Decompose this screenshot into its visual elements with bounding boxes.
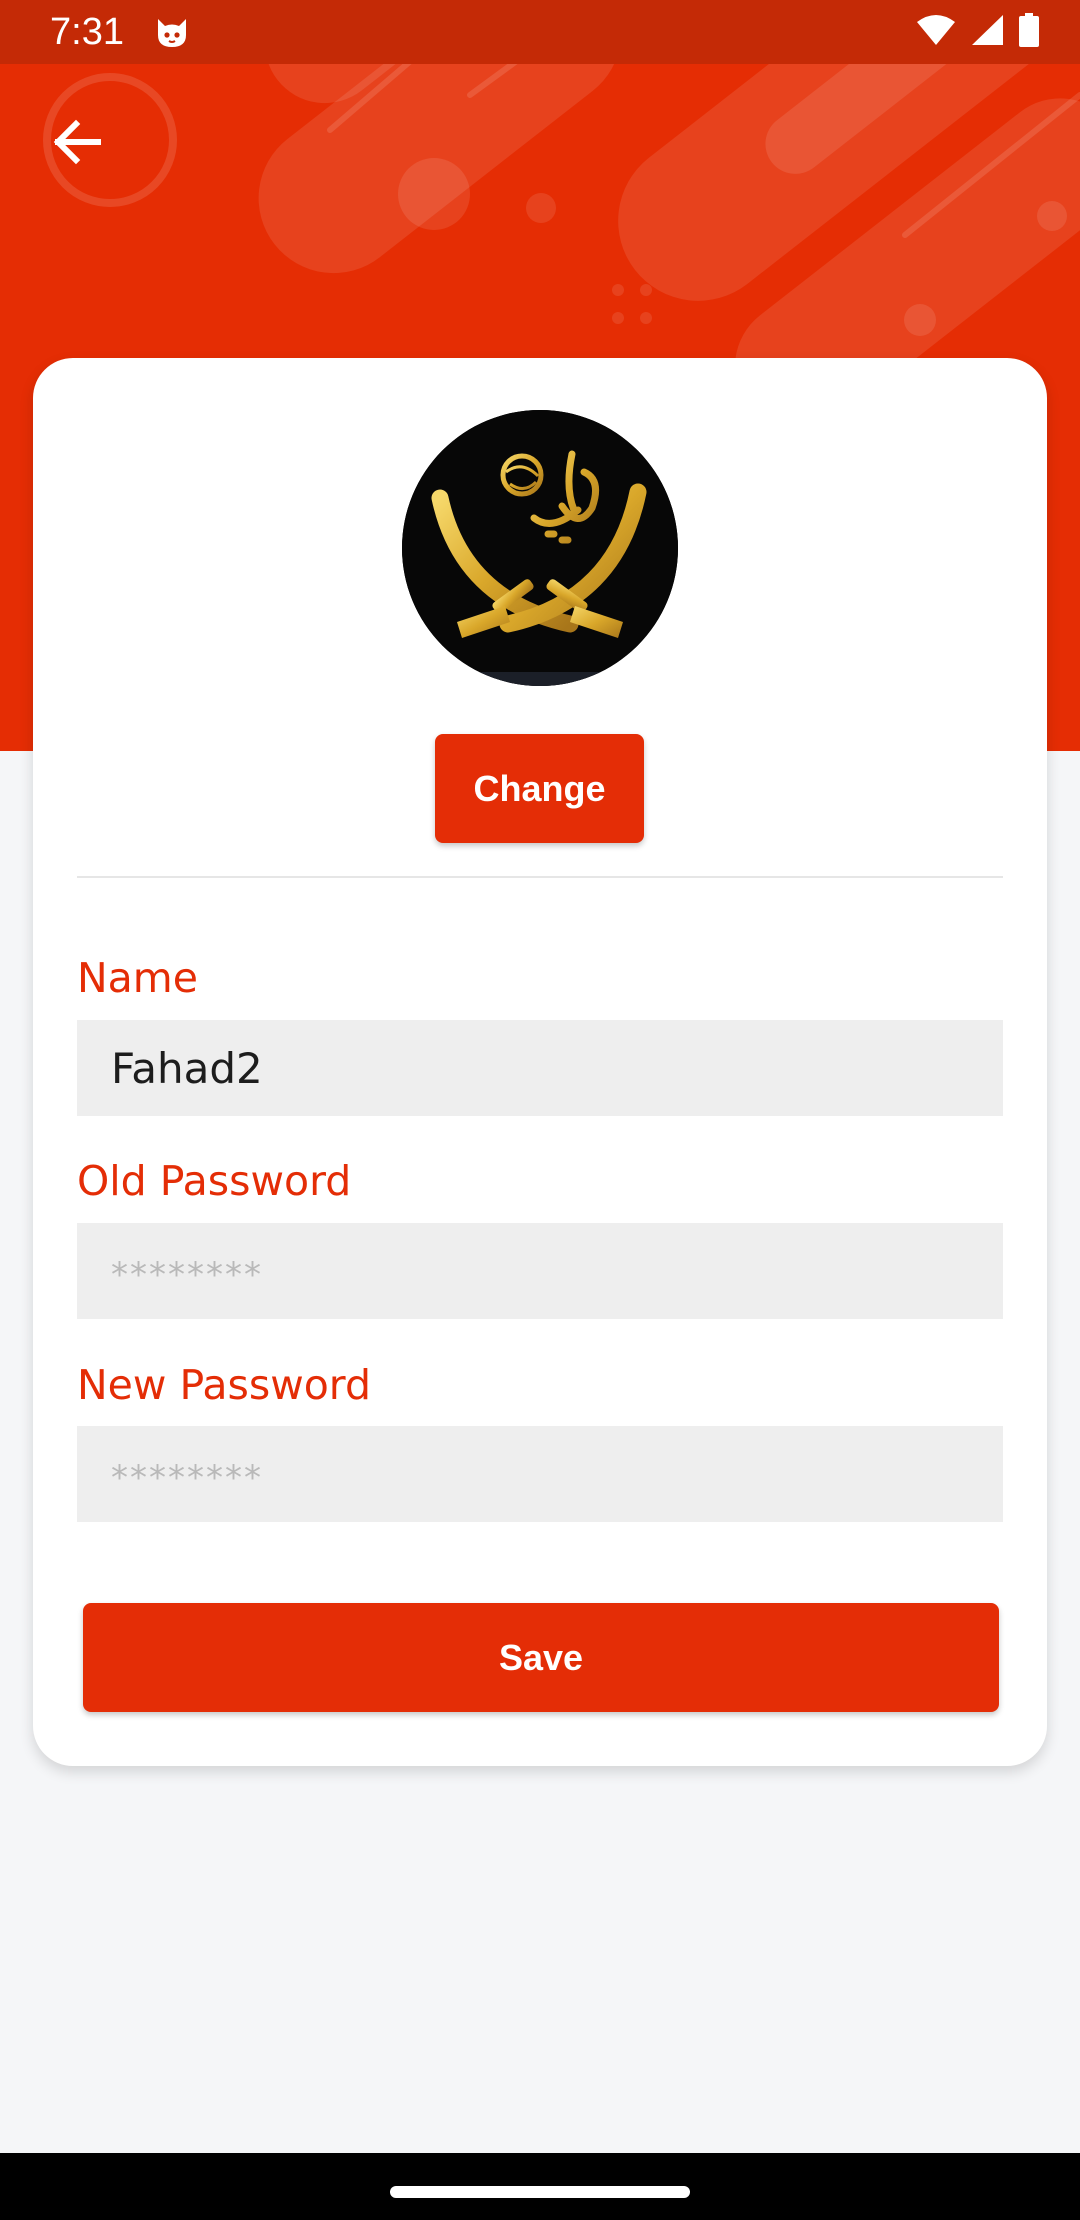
- wifi-icon: [916, 14, 956, 50]
- back-button[interactable]: [48, 112, 108, 172]
- cat-notification-icon: [154, 17, 190, 49]
- arrow-left-icon: [53, 119, 101, 165]
- navigation-bar: [0, 2153, 1080, 2220]
- change-photo-button[interactable]: Change: [435, 734, 644, 843]
- signal-icon: [970, 14, 1004, 50]
- status-time: 7:31: [50, 11, 124, 53]
- new-password-field[interactable]: [77, 1426, 1003, 1522]
- new-password-label: New Password: [77, 1361, 371, 1409]
- name-field[interactable]: [77, 1020, 1003, 1116]
- status-bar: 7:31: [0, 0, 1080, 64]
- old-password-label: Old Password: [77, 1157, 352, 1205]
- home-gesture-handle[interactable]: [390, 2186, 690, 2198]
- section-divider: [77, 876, 1003, 878]
- name-label: Name: [77, 954, 198, 1002]
- status-icons: [916, 13, 1040, 51]
- edit-profile-screen: 7:31 Change Name Fahad2 Old Password New…: [0, 0, 1080, 2220]
- profile-card: Change Name Old Password New Password Sa…: [33, 358, 1047, 1766]
- old-password-field[interactable]: [77, 1223, 1003, 1319]
- profile-avatar[interactable]: [402, 410, 678, 686]
- save-button[interactable]: Save: [83, 1603, 999, 1712]
- profile-image: [402, 410, 678, 686]
- battery-icon: [1018, 13, 1040, 51]
